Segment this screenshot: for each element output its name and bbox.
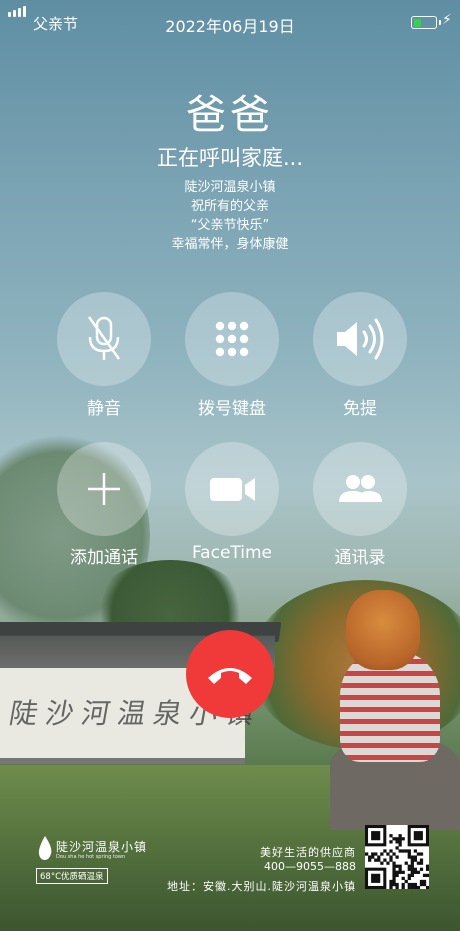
qr-code-icon <box>365 825 429 889</box>
mute-button[interactable] <box>57 292 151 386</box>
status-date: 2022年06月19日 <box>165 17 295 36</box>
keypad-icon <box>215 321 249 357</box>
battery-icon <box>411 16 441 29</box>
plus-icon <box>88 473 120 505</box>
message-line: “父亲节快乐” <box>190 218 270 233</box>
brand-name: 陡沙河温泉小镇 <box>56 840 148 854</box>
spring-badge: 68°C优质硒温泉 <box>36 868 108 884</box>
greeting-message: 陡沙河温泉小镇 祝所有的父亲 “父亲节快乐” 幸福常伴，身体康健 <box>0 178 460 254</box>
phone-screen: 陡沙河温泉小镇 父亲节 2022年06月19日 ⚡ 爸爸 正在呼叫家庭... 陡… <box>0 0 460 931</box>
mic-muted-icon <box>87 316 121 360</box>
slogan: 美好生活的供应商 <box>260 846 356 859</box>
status-bar: 父亲节 2022年06月19日 ⚡ <box>0 0 460 44</box>
advert-footer: 陡沙河温泉小镇 Dou sha he hot spring town 68°C优… <box>0 820 460 931</box>
contacts-label: 通讯录 <box>334 548 386 568</box>
message-line: 祝所有的父亲 <box>190 199 269 214</box>
speaker-label: 免提 <box>343 399 377 419</box>
contacts-icon <box>339 475 382 502</box>
keypad-button[interactable] <box>185 292 279 386</box>
brand-subtitle: Dou sha he hot spring town <box>56 854 126 860</box>
message-line: 陡沙河温泉小镇 <box>184 180 276 195</box>
hotline: 400—9055—888 <box>264 860 356 873</box>
child-on-shoulders <box>330 590 460 830</box>
charging-icon: ⚡ <box>442 12 452 28</box>
hang-up-icon <box>208 668 252 684</box>
caller-name: 爸爸 <box>186 92 274 138</box>
add-call-button[interactable] <box>57 442 151 536</box>
speaker-button[interactable] <box>313 292 407 386</box>
video-camera-icon <box>210 478 255 501</box>
call-status: 正在呼叫家庭... <box>156 146 304 170</box>
end-call-button[interactable] <box>186 630 274 718</box>
facetime-button[interactable] <box>185 442 279 536</box>
water-drop-icon <box>38 836 52 860</box>
contacts-button[interactable] <box>313 442 407 536</box>
message-line: 幸福常伴，身体康健 <box>171 237 289 252</box>
address: 地址：安徽.大别山.陡沙河温泉小镇 <box>167 880 356 893</box>
speaker-icon <box>337 318 384 360</box>
